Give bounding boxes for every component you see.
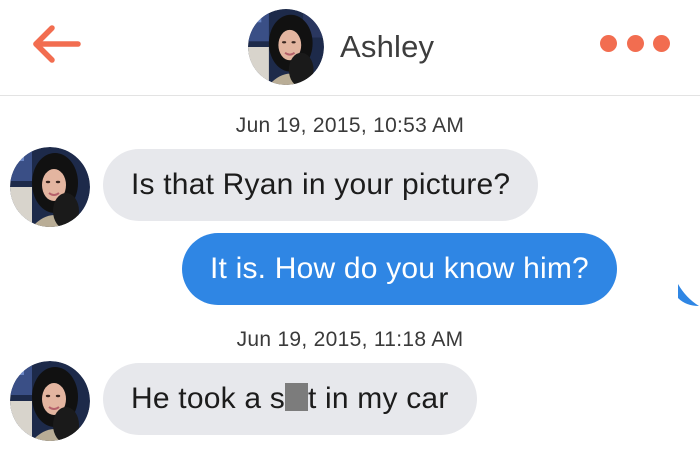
more-dots-icon <box>626 34 644 52</box>
message-text: It is. How do you know him? <box>210 252 589 285</box>
chat-screen: Ashley Jun 19, 2015, 10:53 AM Is that Ry… <box>0 0 700 459</box>
bubble-tail <box>678 284 699 306</box>
contact-header[interactable]: Ashley <box>248 8 434 86</box>
outgoing-message-bubble[interactable]: It is. How do you know him? <box>182 233 617 305</box>
censor-block <box>284 383 308 411</box>
more-options-button[interactable] <box>600 28 670 58</box>
message-timestamp: Jun 19, 2015, 11:18 AM <box>236 328 464 351</box>
chat-header: Ashley <box>0 0 700 96</box>
contact-name: Ashley <box>340 29 435 64</box>
back-button[interactable] <box>28 22 84 66</box>
more-dots-icon <box>600 34 617 52</box>
incoming-message-bubble[interactable]: He took a s t in my car <box>103 363 477 435</box>
more-dots-icon <box>653 34 670 52</box>
sender-avatar[interactable] <box>10 361 90 441</box>
message-text-before: He took a s <box>131 382 285 415</box>
sender-avatar[interactable] <box>10 147 90 227</box>
arrow-left-icon <box>33 25 81 63</box>
incoming-message-bubble[interactable]: Is that Ryan in your picture? <box>103 149 539 221</box>
message-text: He took a s t in my car <box>131 382 449 416</box>
message-text: Is that Ryan in your picture? <box>131 168 511 201</box>
message-text-after: t in my car <box>307 382 449 415</box>
message-timestamp: Jun 19, 2015, 10:53 AM <box>235 114 465 137</box>
contact-avatar[interactable] <box>248 9 324 85</box>
